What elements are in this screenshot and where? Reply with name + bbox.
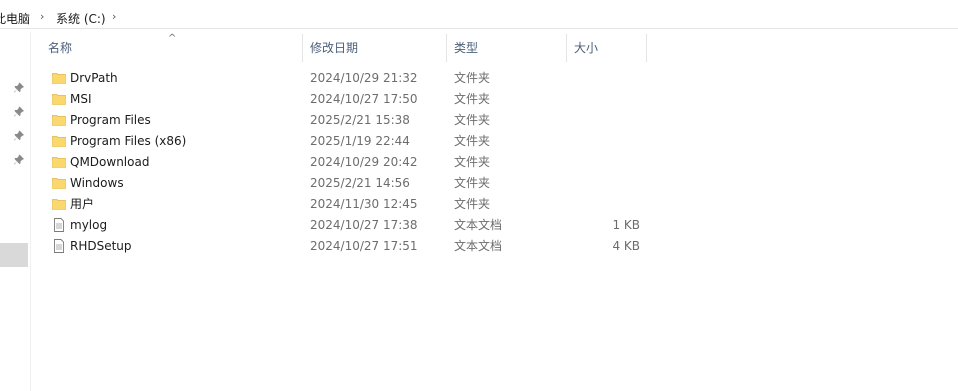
file-size (574, 194, 640, 215)
file-size: 4 KB (612, 239, 640, 253)
file-modified: 2025/2/21 14:56 (310, 176, 410, 190)
folder-icon (52, 94, 66, 105)
pin-icon[interactable] (13, 106, 25, 118)
pin-icon[interactable] (13, 154, 25, 166)
chevron-right-icon[interactable]: › (40, 10, 44, 23)
file-row[interactable]: RHDSetup 2024/10/27 17:51 文本文档 4 KB (32, 236, 958, 257)
file-modified: 2024/11/30 12:45 (310, 197, 418, 211)
column-header-name-label: 名称 (48, 41, 73, 55)
column-header-size[interactable]: 大小 (566, 34, 646, 62)
folder-icon (52, 115, 66, 126)
column-header-modified[interactable]: 修改日期 (302, 34, 446, 62)
folder-icon (52, 199, 66, 210)
file-modified: 2025/2/21 15:38 (310, 113, 410, 127)
file-modified: 2024/10/27 17:51 (310, 239, 418, 253)
file-row[interactable]: Program Files 2025/2/21 15:38 文件夹 (32, 110, 958, 131)
sort-ascending-icon: ^ (168, 33, 177, 44)
breadcrumb[interactable]: 此电脑 › 系统 (C:) › (0, 4, 958, 29)
file-type: 文件夹 (454, 113, 491, 127)
nav-item-selected[interactable] (0, 243, 28, 267)
column-header-size-label: 大小 (574, 41, 599, 55)
file-explorer-window: 此电脑 › 系统 (C:) › 名称 ^ 修改日期 类型 大小 DrvPath … (0, 0, 958, 391)
pin-icon[interactable] (13, 82, 25, 94)
file-modified: 2024/10/27 17:50 (310, 92, 418, 106)
file-type: 文件夹 (454, 134, 491, 148)
chevron-right-icon[interactable]: › (112, 10, 116, 23)
text-file-icon (54, 218, 64, 232)
breadcrumb-item-drive-c[interactable]: 系统 (C:) (56, 10, 106, 27)
file-size (574, 89, 640, 110)
file-name: Program Files (70, 113, 151, 127)
folder-icon (52, 73, 66, 84)
file-row[interactable]: DrvPath 2024/10/29 21:32 文件夹 (32, 68, 958, 89)
column-header-type-label: 类型 (454, 41, 479, 55)
column-header-type[interactable]: 类型 (446, 34, 566, 62)
file-type: 文件夹 (454, 71, 491, 85)
column-divider[interactable] (646, 34, 647, 62)
file-modified: 2024/10/27 17:38 (310, 218, 418, 232)
file-row[interactable]: mylog 2024/10/27 17:38 文本文档 1 KB (32, 215, 958, 236)
file-name: Windows (70, 176, 124, 190)
file-name: Program Files (x86) (70, 134, 187, 148)
file-row[interactable]: MSI 2024/10/27 17:50 文件夹 (32, 89, 958, 110)
address-bar: 此电脑 › 系统 (C:) › (0, 0, 958, 32)
column-header-modified-label: 修改日期 (310, 41, 359, 55)
file-size: 1 KB (612, 218, 640, 232)
file-name: QMDownload (70, 155, 150, 169)
file-row[interactable]: Windows 2025/2/21 14:56 文件夹 (32, 173, 958, 194)
file-name: RHDSetup (70, 239, 132, 253)
file-type: 文本文档 (454, 218, 503, 232)
file-row[interactable]: Program Files (x86) 2025/1/19 22:44 文件夹 (32, 131, 958, 152)
pin-icon[interactable] (13, 130, 25, 142)
file-type: 文本文档 (454, 239, 503, 253)
file-name: 用户 (70, 197, 95, 211)
file-size (574, 131, 640, 152)
file-row[interactable]: QMDownload 2024/10/29 20:42 文件夹 (32, 152, 958, 173)
text-file-icon (54, 239, 64, 253)
column-header-row: 名称 ^ 修改日期 类型 大小 (32, 33, 958, 62)
file-modified: 2024/10/29 21:32 (310, 71, 418, 85)
file-size (574, 173, 640, 194)
file-type: 文件夹 (454, 155, 491, 169)
navigation-pane (0, 32, 31, 391)
folder-icon (52, 178, 66, 189)
file-type: 文件夹 (454, 92, 491, 106)
file-size (574, 68, 640, 89)
folder-icon (52, 136, 66, 147)
file-name: MSI (70, 92, 92, 106)
file-name: mylog (70, 218, 108, 232)
breadcrumb-item-this-pc[interactable]: 此电脑 (0, 10, 30, 27)
file-modified: 2025/1/19 22:44 (310, 134, 410, 148)
file-name: DrvPath (70, 71, 118, 85)
file-row[interactable]: 用户 2024/11/30 12:45 文件夹 (32, 194, 958, 215)
file-size (574, 152, 640, 173)
file-modified: 2024/10/29 20:42 (310, 155, 418, 169)
file-size (574, 110, 640, 131)
file-type: 文件夹 (454, 197, 491, 211)
file-type: 文件夹 (454, 176, 491, 190)
folder-icon (52, 157, 66, 168)
